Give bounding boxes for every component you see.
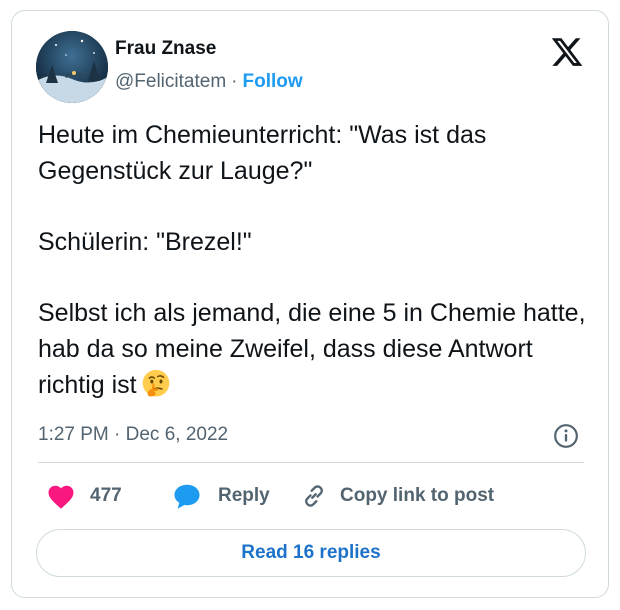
read-replies-button[interactable]: Read 16 replies xyxy=(36,529,586,577)
x-logo-icon[interactable] xyxy=(550,35,584,69)
post-text: Heute im Chemieunterricht: "Was ist das … xyxy=(38,117,588,403)
follow-button[interactable]: Follow xyxy=(242,71,302,92)
author-handle[interactable]: @Felicitatem xyxy=(115,71,226,92)
speech-bubble-icon xyxy=(174,484,200,509)
info-icon[interactable] xyxy=(553,423,579,449)
post-actions-bar: 477 Reply Copy link to post xyxy=(38,480,584,512)
reply-button[interactable]: Reply xyxy=(172,480,270,512)
post-paragraph: Heute im Chemieunterricht: "Was ist das … xyxy=(38,121,487,185)
copy-link-button[interactable]: Copy link to post xyxy=(300,480,494,512)
reply-label: Reply xyxy=(218,485,270,506)
heart-icon xyxy=(48,485,74,509)
night-winter-scene-avatar-icon xyxy=(36,31,108,103)
like-count: 477 xyxy=(90,485,122,506)
thinking-face-emoji-icon xyxy=(142,369,169,397)
divider xyxy=(38,462,584,463)
post-paragraph-last: Selbst ich als jemand, die eine 5 in Che… xyxy=(38,295,588,403)
author-handle-row: @Felicitatem · Follow xyxy=(115,71,303,93)
post-paragraph: Schülerin: "Brezel!" xyxy=(38,228,252,256)
link-icon xyxy=(305,485,323,507)
author-name[interactable]: Frau Znase xyxy=(115,38,216,60)
separator-dot: · xyxy=(231,71,238,92)
post-timestamp[interactable]: 1:27 PM · Dec 6, 2022 xyxy=(38,424,228,446)
embedded-post-card: Frau Znase @Felicitatem · Follow Heute im … xyxy=(11,10,609,598)
post-paragraph-text: Selbst ich als jemand, die eine 5 in Che… xyxy=(38,299,586,399)
author-avatar[interactable] xyxy=(36,31,108,103)
like-button[interactable]: 477 xyxy=(46,480,122,512)
copy-link-label: Copy link to post xyxy=(340,485,495,506)
